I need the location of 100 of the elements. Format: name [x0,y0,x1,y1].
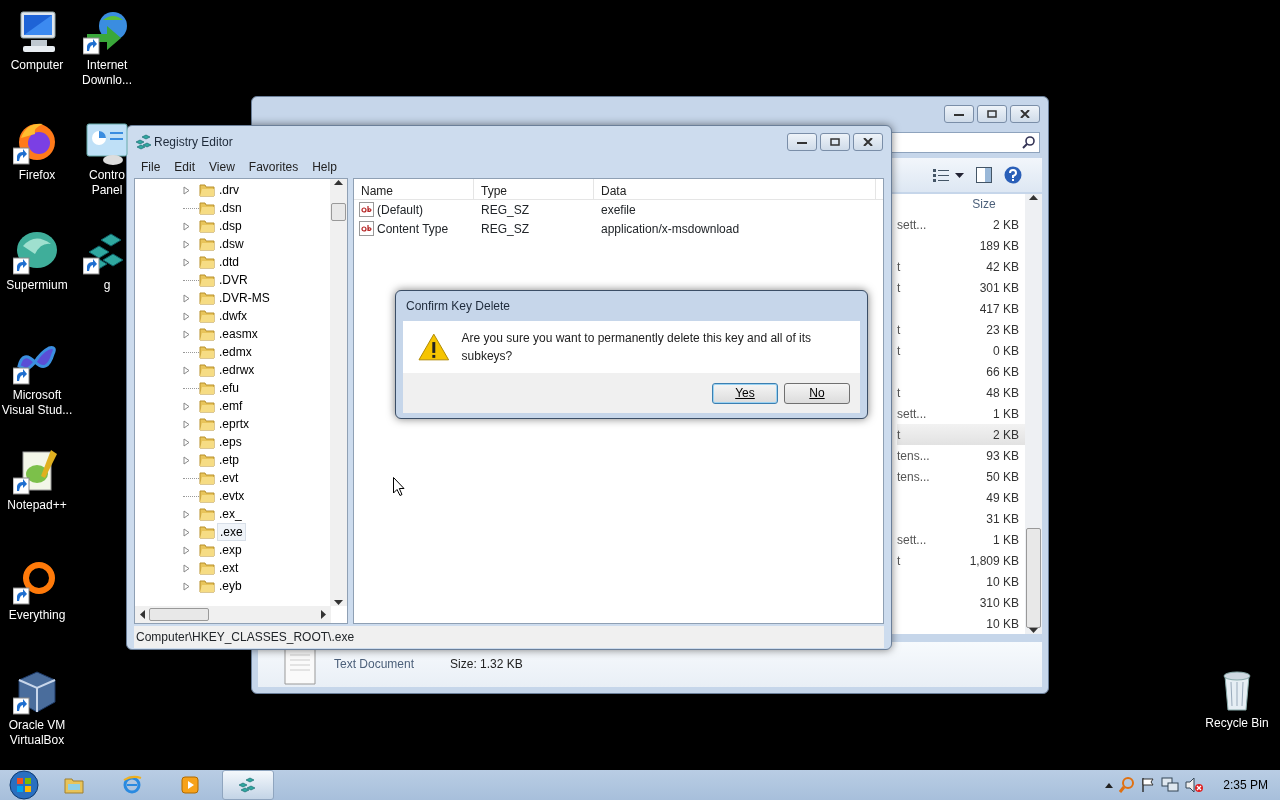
tree-item[interactable]: .evt [217,470,241,486]
tree-item[interactable]: .evtx [217,488,247,504]
tree-item[interactable]: .dsw [217,236,246,252]
icon-label[interactable]: Microsoft Visual Stud... [0,388,74,418]
expand-arrow-icon[interactable] [183,563,191,573]
tree-item[interactable]: .etp [217,452,241,468]
expand-arrow-icon[interactable] [183,401,191,411]
tree-item[interactable]: .ex_ [217,506,244,522]
file-row[interactable]: tens... 50 KB [897,466,1025,487]
icon-label[interactable]: Firefox [18,168,56,183]
icon-label[interactable]: Recycle Bin [1205,716,1269,731]
expand-arrow-icon[interactable] [183,221,191,231]
expand-arrow-icon[interactable] [183,293,191,303]
file-row[interactable]: sett... 1 KB [897,403,1025,424]
tree-item[interactable]: .exp [217,542,244,558]
file-row[interactable]: t 23 KB [897,319,1025,340]
close-button[interactable] [1010,105,1040,123]
tree-item[interactable]: .easmx [217,326,260,342]
expand-arrow-icon[interactable] [183,311,191,321]
menu-item[interactable]: File [134,158,168,176]
expand-arrow-icon[interactable] [183,545,191,555]
file-row[interactable]: t 48 KB [897,382,1025,403]
scroll-thumb[interactable] [1026,528,1041,628]
tree-item[interactable]: .edmx [217,344,254,360]
dialog-button[interactable]: No [784,382,850,404]
icon-label[interactable]: Supermium [6,278,68,293]
file-row[interactable]: sett... 1 KB [897,529,1025,550]
icon-label[interactable]: Internet Downlo... [78,58,136,88]
file-row[interactable]: 66 KB [897,361,1025,382]
scrollbar[interactable] [1025,194,1042,634]
icon-label[interactable]: Computer [10,58,64,73]
close-button[interactable] [853,133,883,151]
tree-item[interactable]: .drv [217,182,241,198]
icon-label[interactable]: Contro Panel [78,168,136,198]
clock-text[interactable]: 2:35 PM [1223,776,1268,794]
expand-arrow-icon[interactable] [183,419,191,429]
menu-item[interactable]: Edit [167,158,203,176]
scroll-up-icon[interactable] [334,179,343,185]
icon-label[interactable]: Notepad++ [7,498,67,513]
scroll-thumb[interactable] [331,203,346,221]
expand-arrow-icon[interactable] [183,257,191,267]
network-icon[interactable] [1161,777,1180,793]
expand-arrow-icon[interactable] [183,527,191,537]
file-row[interactable]: 31 KB [897,508,1025,529]
scroll-left-icon[interactable] [139,610,145,619]
scroll-up-icon[interactable] [1029,194,1038,200]
tree-item[interactable]: .DVR-MS [217,290,272,306]
icon-label[interactable]: Oracle VM VirtualBox [0,718,74,748]
file-row[interactable]: 49 KB [897,487,1025,508]
menu-item[interactable]: Help [305,158,344,176]
file-row[interactable]: t 42 KB [897,256,1025,277]
tree-item[interactable]: .emf [217,398,245,414]
tree-item[interactable]: .dwfx [217,308,249,324]
tree-item[interactable]: .eyb [217,578,244,594]
help-icon[interactable] [1004,166,1022,184]
file-row[interactable]: 417 KB [897,298,1025,319]
file-row[interactable]: tens... 93 KB [897,445,1025,466]
scrollbar[interactable] [135,606,331,623]
column-header[interactable]: Type [474,179,594,199]
maximize-button[interactable] [820,133,850,151]
menu-item[interactable]: Favorites [241,158,306,176]
tree-item[interactable]: .dsn [217,200,244,216]
file-row[interactable]: sett... 2 KB [897,214,1025,235]
tree-item[interactable]: .eprtx [217,416,251,432]
start-button[interactable] [6,770,42,800]
expand-arrow-icon[interactable] [183,239,191,249]
file-row[interactable]: t 1,809 KB [897,550,1025,571]
tree-item[interactable]: .edrwx [217,362,257,378]
tree-item[interactable]: .eps [217,434,244,450]
maximize-button[interactable] [977,105,1007,123]
expand-arrow-icon[interactable] [183,509,191,519]
icon-label[interactable]: Everything [8,608,66,623]
minimize-button[interactable] [944,105,974,123]
column-header[interactable]: Data [594,179,876,199]
file-row[interactable]: 189 KB [897,235,1025,256]
tree-item[interactable]: .efu [217,380,241,396]
tree-item[interactable]: .dsp [217,218,244,234]
file-row[interactable]: t 2 KB [897,424,1025,445]
tree-item[interactable]: .dtd [217,254,241,270]
menu-item[interactable]: View [202,158,242,176]
file-row[interactable]: 10 KB [897,613,1025,634]
preview-pane-icon[interactable] [976,167,992,183]
expand-arrow-icon[interactable] [183,437,191,447]
volume-muted-icon[interactable] [1185,777,1204,793]
file-row[interactable]: t 0 KB [897,340,1025,361]
tree-item[interactable]: .DVR [217,272,250,288]
file-row[interactable]: t 301 KB [897,277,1025,298]
expand-arrow-icon[interactable] [183,329,191,339]
column-header[interactable]: Name [354,179,474,199]
expand-arrow-icon[interactable] [183,365,191,375]
icon-label[interactable]: g [103,278,111,293]
expand-arrow-icon[interactable] [183,455,191,465]
taskbar-button[interactable] [222,770,274,800]
view-options-button[interactable] [933,168,964,182]
file-row[interactable]: 10 KB [897,571,1025,592]
tree-item[interactable]: .ext [217,560,241,576]
minimize-button[interactable] [787,133,817,151]
scroll-right-icon[interactable] [321,610,327,619]
scrollbar[interactable] [330,179,347,606]
scroll-down-icon[interactable] [334,600,343,606]
